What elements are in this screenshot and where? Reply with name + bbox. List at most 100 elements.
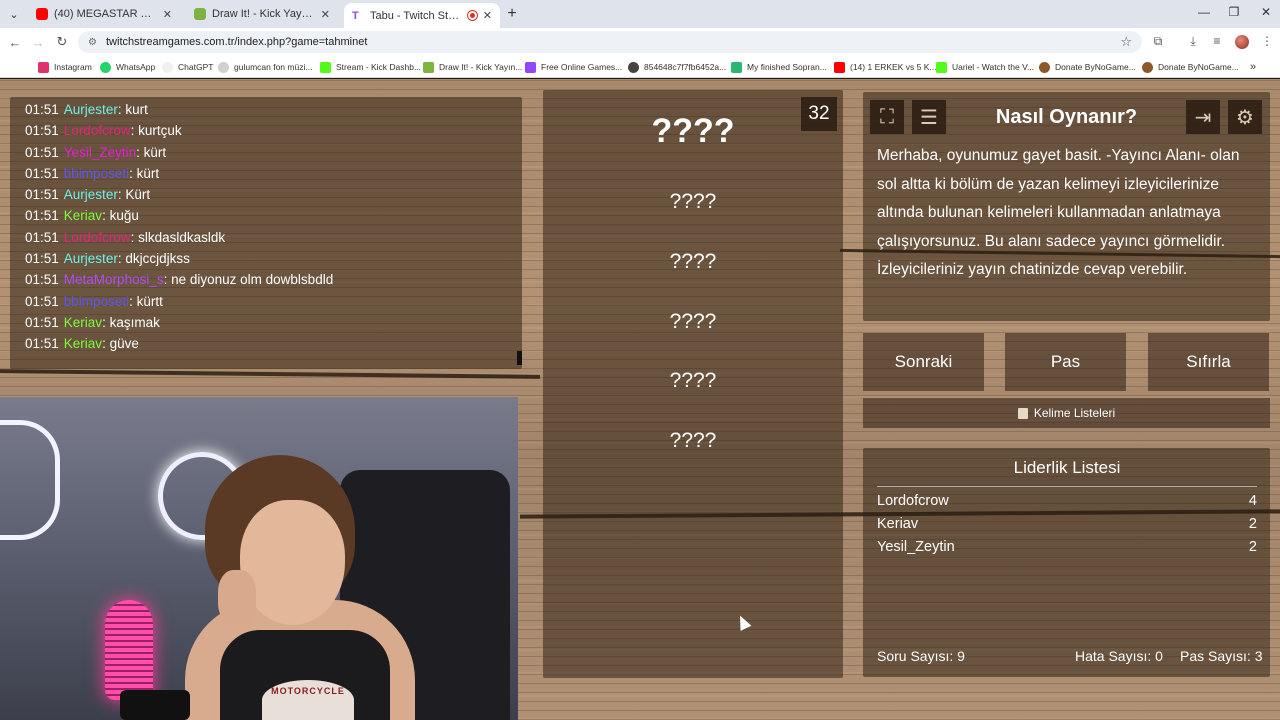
next-button[interactable]: Sonraki — [863, 333, 984, 391]
bookmark-kick-dashboard[interactable]: Stream - Kick Dashb... — [320, 60, 421, 74]
bookmark-draw-it[interactable]: Draw It! - Kick Yayın... — [423, 60, 522, 74]
kick-icon — [320, 61, 331, 73]
fullscreen-icon[interactable]: ⛶ — [870, 100, 904, 134]
tab-tabu[interactable]: T Tabu - Twitch Stream Game ✕ — [344, 3, 500, 28]
address-bar[interactable]: ⚙ twitchstreamgames.com.tr/index.php?gam… — [78, 31, 1142, 53]
chat-scrollbar[interactable] — [517, 351, 522, 365]
recording-icon — [467, 11, 477, 20]
chat-message: 01:51 Aurjester: dkjccjdjkss — [25, 248, 522, 269]
tab-search-chevron-icon[interactable]: ⌄ — [4, 4, 24, 24]
chat-username[interactable]: Keriav — [64, 336, 102, 351]
bookmark-bynogame-1[interactable]: Donate ByNoGame... — [1039, 60, 1136, 74]
chat-username[interactable]: bbimposeti — [64, 166, 129, 181]
chat-username[interactable]: Aurjester — [64, 102, 118, 117]
chat-username[interactable]: MetaMorphosi_s — [64, 272, 164, 287]
close-tab-icon[interactable]: ✕ — [483, 9, 492, 22]
chat-text: Kürt — [125, 187, 151, 203]
youtube-icon — [36, 8, 48, 20]
chat-separator: : — [102, 336, 110, 352]
bookmark-instagram[interactable]: Instagram — [38, 60, 92, 74]
forbidden-word-4: ???? — [669, 369, 717, 392]
chat-time: 01:51 — [25, 251, 59, 267]
chat-time: 01:51 — [25, 229, 59, 245]
chat-message: 01:51 bbimposeti: kürtt — [25, 291, 522, 312]
chat-username[interactable]: Keriav — [64, 315, 102, 330]
rgb-microphone — [105, 600, 153, 700]
forbidden-word-3: ???? — [669, 310, 717, 333]
chat-username[interactable]: Yesil_Zeytin — [64, 145, 136, 160]
bookmark-whatsapp[interactable]: WhatsApp — [100, 60, 155, 74]
gear-icon[interactable]: ⚙ — [1228, 100, 1262, 134]
download-icon[interactable]: ⤓ — [1184, 34, 1202, 49]
reload-icon[interactable]: ↻ — [53, 33, 71, 51]
bookmark-chatgpt[interactable]: ChatGPT — [162, 60, 213, 74]
chat-text: dkjccjdjkss — [125, 251, 190, 267]
target-word: ???? — [651, 112, 735, 150]
restore-icon[interactable]: ❐ — [1224, 5, 1244, 19]
close-tab-icon[interactable]: ✕ — [321, 8, 330, 21]
bookmark-youtube-video[interactable]: (14) 1 ERKEK vs 5 K... — [834, 60, 936, 74]
whatsapp-icon — [100, 61, 111, 73]
profile-avatar[interactable] — [1235, 35, 1249, 49]
chat-message: 01:51 Lordofcrow: kurtçuk — [25, 120, 522, 141]
chat-message: 01:51 Aurjester: kurt — [25, 99, 522, 120]
extensions-icon[interactable]: ⧉ — [1149, 34, 1167, 49]
chat-username[interactable]: Aurjester — [64, 251, 118, 266]
more-bookmarks-icon[interactable]: » — [1250, 60, 1256, 74]
bookmark-gulumcan[interactable]: gulumcan fon müzi... — [218, 60, 312, 74]
chat-separator: : — [102, 314, 110, 330]
chat-text: güve — [109, 336, 139, 352]
back-icon[interactable]: ← — [6, 33, 24, 51]
media-controls-icon[interactable]: ≡ — [1208, 34, 1226, 48]
forward-icon[interactable]: → — [29, 33, 47, 51]
chat-time: 01:51 — [25, 144, 59, 160]
bookmark-free-online-games[interactable]: Free Online Games... — [525, 60, 622, 74]
chat-message: 01:51 MetaMorphosi_s: ne diyonuz olm dowb… — [25, 269, 522, 290]
forbidden-word-5: ???? — [669, 429, 717, 452]
bookmark-star-icon[interactable]: ☆ — [1120, 34, 1132, 50]
bookmark-bynogame-2[interactable]: Donate ByNoGame... — [1142, 60, 1239, 74]
bookmark-hash[interactable]: 854648c7f7fb6452a... — [628, 60, 726, 74]
tab-draw-it[interactable]: Draw It! - Kick Yayınları İçin Çiz ✕ — [186, 3, 338, 25]
leaderboard-title: Liderlik Listesi — [877, 458, 1257, 487]
chat-separator: : — [136, 144, 144, 160]
bookmark-soprano[interactable]: My finished Sopran... — [731, 60, 827, 74]
close-window-icon[interactable]: ✕ — [1256, 5, 1276, 19]
chat-message: 01:51 Keriav: güve — [25, 333, 522, 354]
chat-username[interactable]: Aurjester — [64, 187, 118, 202]
chat-text: kürt — [143, 144, 167, 160]
bynogame-icon — [1142, 61, 1153, 73]
chat-time: 01:51 — [25, 187, 59, 203]
forbidden-word-1: ???? — [669, 190, 717, 213]
chat-separator: : — [163, 272, 172, 288]
chat-text: kürtt — [136, 293, 163, 309]
shirt-logo: MOTORCYCLE — [262, 680, 354, 720]
chat-username[interactable]: Keriav — [64, 208, 102, 223]
pass-button[interactable]: Pas — [1005, 333, 1126, 391]
bookmark-uariel[interactable]: Uariel - Watch the V... — [936, 60, 1034, 74]
chat-time: 01:51 — [25, 102, 59, 117]
chat-username[interactable]: Lordofcrow — [64, 230, 131, 245]
chat-text: ne diyonuz olm dowblsbdld — [171, 272, 334, 288]
new-tab-button[interactable]: + — [503, 5, 521, 23]
leaderboard-row: Lordofcrow 4 — [877, 493, 1257, 509]
pass-count: Pas Sayısı: 3 — [1180, 648, 1263, 664]
tab-youtube[interactable]: (40) MEGASTAR TARKAN I Bölü ✕ — [28, 3, 180, 25]
word-lists-button[interactable]: Kelime Listeleri — [863, 398, 1270, 428]
logout-icon[interactable]: ⇥ — [1186, 100, 1220, 134]
chat-panel: 01:51 Aurjester: kurt 01:51 Lordofcrow: kur… — [10, 97, 522, 369]
minimize-icon[interactable]: — — [1194, 5, 1214, 19]
close-tab-icon[interactable]: ✕ — [163, 8, 172, 21]
chat-username[interactable]: Lordofcrow — [64, 123, 131, 138]
microphone-stand — [120, 690, 190, 720]
chat-message: 01:51 Yesil_Zeytin: kürt — [25, 142, 522, 163]
chat-message: 01:51 Keriav: kaşımak — [25, 312, 522, 333]
menu-kebab-icon[interactable]: ⋮ — [1258, 34, 1276, 48]
chat-message: 01:51 bbimposeti: kürt — [25, 163, 522, 184]
reset-button[interactable]: Sıfırla — [1148, 333, 1269, 391]
browser-toolbar: ← → ↻ ⚙ twitchstreamgames.com.tr/index.p… — [0, 28, 1280, 56]
twitch-icon — [525, 61, 536, 73]
chat-username[interactable]: bbimposeti — [64, 294, 129, 309]
url-text: twitchstreamgames.com.tr/index.php?game=… — [106, 36, 368, 48]
site-info-icon[interactable]: ⚙ — [88, 37, 98, 48]
